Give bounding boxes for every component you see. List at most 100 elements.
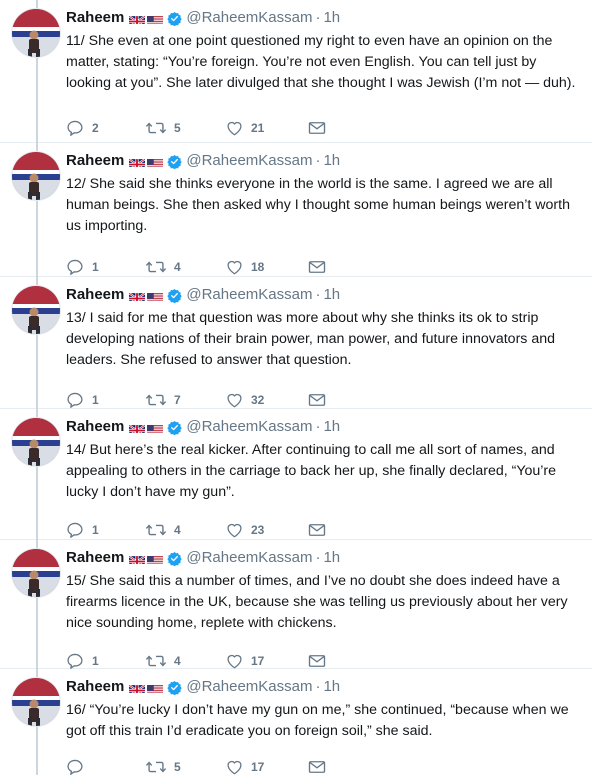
direct-message-button[interactable]: [308, 121, 338, 135]
reply-button[interactable]: 2: [66, 120, 146, 136]
reply-button[interactable]: 1: [66, 392, 146, 408]
retweet-button[interactable]: 5: [146, 760, 226, 774]
like-icon: [227, 760, 242, 775]
tweet-time[interactable]: 1h: [323, 151, 340, 171]
avatar[interactable]: [12, 549, 60, 597]
tweet-time[interactable]: 1h: [323, 548, 340, 568]
retweet-button[interactable]: 4: [146, 523, 226, 537]
tweet-actions: 1 7 32: [66, 390, 338, 410]
author-name[interactable]: Raheem: [66, 285, 124, 305]
retweet-count: 4: [174, 523, 181, 537]
author-handle[interactable]: @RaheemKassam: [186, 151, 312, 171]
author-name[interactable]: Raheem: [66, 548, 124, 568]
like-button[interactable]: 17: [226, 653, 308, 669]
tweet-time[interactable]: 1h: [323, 677, 340, 697]
retweet-button[interactable]: 4: [146, 260, 226, 274]
avatar[interactable]: [12, 286, 60, 334]
direct-message-icon: [308, 761, 326, 773]
avatar[interactable]: [12, 152, 60, 200]
tweet[interactable]: Raheem: [0, 143, 592, 277]
tweet[interactable]: Raheem: [0, 540, 592, 669]
author-handle[interactable]: @RaheemKassam: [186, 548, 312, 568]
thread-line: [36, 143, 38, 152]
reply-button[interactable]: 1: [66, 259, 146, 275]
reply-icon: [67, 259, 83, 275]
author-name[interactable]: Raheem: [66, 8, 124, 28]
retweet-count: 4: [174, 260, 181, 274]
separator-dot: ·: [315, 9, 321, 26]
reply-button[interactable]: 1: [66, 522, 146, 538]
retweet-icon: [146, 655, 166, 667]
direct-message-icon: [308, 655, 326, 667]
thread-line: [36, 727, 38, 775]
thread-line: [36, 540, 38, 549]
thread-line: [36, 669, 38, 678]
author-handle[interactable]: @RaheemKassam: [186, 417, 312, 437]
thread-line: [36, 335, 38, 409]
direct-message-button[interactable]: [308, 260, 338, 274]
uk-flag-icon: [129, 13, 146, 24]
tweet[interactable]: Raheem: [0, 0, 592, 143]
thread-line: [36, 467, 38, 540]
verified-icon: [167, 420, 183, 435]
tweet[interactable]: Raheem: [0, 669, 592, 775]
direct-message-button[interactable]: [308, 523, 338, 537]
direct-message-icon: [308, 261, 326, 273]
reply-icon: [67, 759, 83, 775]
author-handle[interactable]: @RaheemKassam: [186, 677, 312, 697]
like-button[interactable]: 23: [226, 522, 308, 538]
like-button[interactable]: 21: [226, 120, 308, 136]
like-button[interactable]: 32: [226, 392, 308, 408]
reply-button[interactable]: 1: [66, 653, 146, 669]
uk-flag-icon: [129, 422, 146, 433]
thread-line: [36, 58, 38, 143]
like-icon: [227, 121, 242, 136]
retweet-button[interactable]: 4: [146, 654, 226, 668]
author-name[interactable]: Raheem: [66, 151, 124, 171]
direct-message-button[interactable]: [308, 760, 338, 774]
tweet-time[interactable]: 1h: [323, 285, 340, 305]
us-flag-icon: [147, 422, 164, 433]
tweet-text: 11/ She even at one point questioned my …: [66, 33, 576, 91]
author-name[interactable]: Raheem: [66, 677, 124, 697]
reply-count: 1: [92, 523, 99, 537]
tweet[interactable]: Raheem: [0, 277, 592, 409]
avatar[interactable]: [12, 678, 60, 726]
reply-count: 2: [92, 121, 99, 135]
author-name[interactable]: Raheem: [66, 417, 124, 437]
verified-icon: [167, 551, 183, 566]
author-handle[interactable]: @RaheemKassam: [186, 285, 312, 305]
direct-message-button[interactable]: [308, 654, 338, 668]
retweet-icon: [146, 394, 166, 406]
like-count: 21: [251, 121, 265, 135]
separator-dot: ·: [315, 678, 321, 695]
retweet-count: 5: [174, 760, 181, 774]
direct-message-button[interactable]: [308, 393, 338, 407]
reply-button[interactable]: [66, 759, 146, 775]
like-count: 23: [251, 523, 265, 537]
author-handle[interactable]: @RaheemKassam: [186, 8, 312, 28]
avatar[interactable]: [12, 418, 60, 466]
like-button[interactable]: 17: [226, 759, 308, 775]
verified-icon: [167, 154, 183, 169]
uk-flag-icon: [129, 682, 146, 693]
separator-dot: ·: [315, 549, 321, 566]
us-flag-icon: [147, 682, 164, 693]
retweet-button[interactable]: 5: [146, 121, 226, 135]
tweet-time[interactable]: 1h: [323, 417, 340, 437]
retweet-icon: [146, 261, 166, 273]
verified-icon: [167, 680, 183, 695]
tweet[interactable]: Raheem: [0, 409, 592, 540]
retweet-count: 4: [174, 654, 181, 668]
thread-line: [36, 277, 38, 286]
like-icon: [227, 654, 242, 669]
uk-flag-icon: [129, 156, 146, 167]
timeline: Raheem @RaheemKassam · 1h 11/ She even a…: [0, 0, 592, 775]
retweet-button[interactable]: 7: [146, 393, 226, 407]
separator-dot: ·: [315, 152, 321, 169]
uk-flag-icon: [129, 553, 146, 564]
avatar[interactable]: [12, 9, 60, 57]
like-button[interactable]: 18: [226, 259, 308, 275]
tweet-time[interactable]: 1h: [323, 8, 340, 28]
tweet-text: 14/ But here’s the real kicker. After co…: [66, 442, 557, 500]
